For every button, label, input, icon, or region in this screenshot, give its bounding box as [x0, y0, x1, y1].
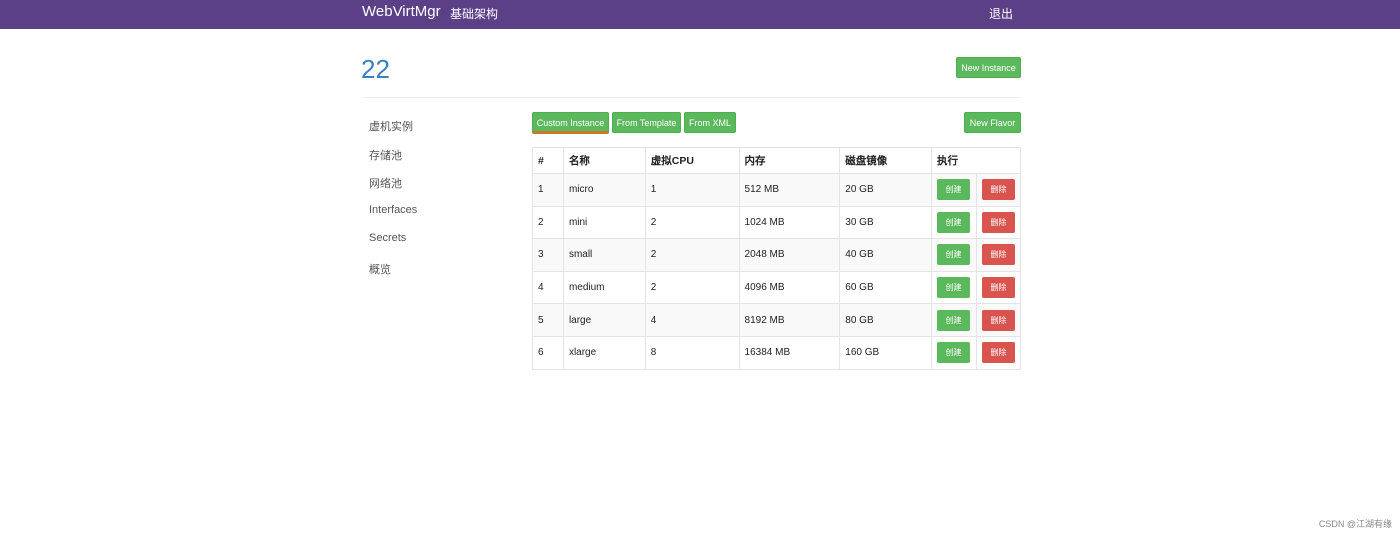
table-header-row: # 名称 虚拟CPU 内存 磁盘镜像 执行 — [532, 147, 1021, 174]
row-vcpu: 4 — [644, 303, 740, 337]
row-delete-cell: 删除 — [975, 303, 1022, 337]
row-create-cell: 创建 — [931, 303, 977, 337]
row-create-cell: 创建 — [931, 205, 977, 240]
row-id: 2 — [532, 205, 564, 240]
row-delete-cell: 删除 — [975, 270, 1022, 305]
row-delete-cell: 删除 — [975, 335, 1022, 370]
row-delete-cell: 删除 — [975, 205, 1022, 240]
header-index: # — [532, 147, 564, 174]
row-memory: 1024 MB — [738, 205, 841, 240]
row-memory: 4096 MB — [738, 270, 841, 305]
table-row: 1 micro 1 512 MB 20 GB 创建 删除 — [532, 173, 1022, 207]
row-create-cell: 创建 — [931, 270, 977, 305]
row-id: 1 — [532, 173, 564, 207]
table-row: 5 large 4 8192 MB 80 GB 创建 删除 — [532, 303, 1022, 337]
row-name: xlarge — [562, 335, 646, 370]
header-disk: 磁盘镜像 — [839, 147, 932, 174]
row-name: large — [562, 303, 646, 337]
header-name: 名称 — [562, 147, 646, 174]
row-delete-cell: 删除 — [975, 173, 1022, 207]
delete-button[interactable]: 删除 — [981, 211, 1015, 233]
sidebar-item-storage[interactable]: 存储池 — [369, 147, 402, 163]
row-id: 4 — [532, 270, 564, 305]
row-disk: 40 GB — [839, 238, 932, 272]
create-button[interactable]: 创建 — [937, 211, 970, 233]
flavors-table: # 名称 虚拟CPU 内存 磁盘镜像 执行 1 micro 1 512 MB 2… — [532, 147, 1022, 370]
delete-button[interactable]: 删除 — [981, 342, 1015, 364]
new-instance-button[interactable]: New Instance — [956, 57, 1021, 78]
table-row: 2 mini 2 1024 MB 30 GB 创建 删除 — [532, 205, 1022, 240]
row-id: 6 — [532, 335, 564, 370]
table-row: 4 medium 2 4096 MB 60 GB 创建 删除 — [532, 270, 1022, 305]
sidebar-item-instances[interactable]: 虚机实例 — [369, 118, 413, 134]
sidebar-item-interfaces[interactable]: Interfaces — [369, 204, 417, 216]
row-memory: 8192 MB — [738, 303, 841, 337]
delete-button[interactable]: 删除 — [981, 277, 1015, 299]
table-row: 6 xlarge 8 16384 MB 160 GB 创建 删除 — [532, 335, 1022, 370]
row-create-cell: 创建 — [931, 335, 977, 370]
page-title: 22 — [361, 54, 390, 84]
row-memory: 2048 MB — [738, 238, 841, 272]
divider — [362, 97, 1021, 98]
row-memory: 16384 MB — [738, 335, 841, 370]
row-name: medium — [562, 270, 646, 305]
create-button[interactable]: 创建 — [937, 277, 970, 299]
row-memory: 512 MB — [738, 173, 841, 207]
brand-logo[interactable]: WebVirtMgr — [362, 3, 441, 20]
row-name: micro — [562, 173, 646, 207]
sidebar-item-networks[interactable]: 网络池 — [369, 175, 402, 191]
new-flavor-button[interactable]: New Flavor — [964, 112, 1021, 133]
row-disk: 30 GB — [839, 205, 932, 240]
sidebar-item-secrets[interactable]: Secrets — [369, 232, 406, 244]
delete-button[interactable]: 删除 — [981, 309, 1015, 331]
from-xml-button[interactable]: From XML — [684, 112, 736, 133]
create-button[interactable]: 创建 — [937, 309, 970, 331]
row-name: mini — [562, 205, 646, 240]
create-button[interactable]: 创建 — [937, 342, 970, 364]
header-vcpu: 虚拟CPU — [644, 147, 740, 174]
row-create-cell: 创建 — [931, 238, 977, 272]
create-button[interactable]: 创建 — [937, 244, 970, 266]
row-id: 3 — [532, 238, 564, 272]
row-vcpu: 8 — [644, 335, 740, 370]
row-disk: 60 GB — [839, 270, 932, 305]
custom-instance-button[interactable]: Custom Instance — [532, 112, 609, 134]
row-vcpu: 2 — [644, 238, 740, 272]
row-vcpu: 2 — [644, 270, 740, 305]
row-name: small — [562, 238, 646, 272]
header-memory: 内存 — [738, 147, 841, 174]
create-button[interactable]: 创建 — [937, 179, 970, 201]
row-disk: 160 GB — [839, 335, 932, 370]
header-actions: 执行 — [931, 147, 1021, 174]
row-disk: 80 GB — [839, 303, 932, 337]
nav-logout[interactable]: 退出 — [989, 5, 1013, 22]
delete-button[interactable]: 删除 — [981, 179, 1015, 201]
row-vcpu: 2 — [644, 205, 740, 240]
nav-infrastructure[interactable]: 基础架构 — [450, 5, 498, 22]
sidebar-item-overview[interactable]: 概览 — [369, 261, 391, 277]
row-vcpu: 1 — [644, 173, 740, 207]
top-navbar: WebVirtMgr 基础架构 退出 — [0, 0, 1400, 29]
from-template-button[interactable]: From Template — [612, 112, 681, 133]
row-create-cell: 创建 — [931, 173, 977, 207]
row-disk: 20 GB — [839, 173, 932, 207]
delete-button[interactable]: 删除 — [981, 244, 1015, 266]
row-delete-cell: 删除 — [975, 238, 1022, 272]
watermark-text: CSDN @江湖有缘 — [1318, 519, 1392, 529]
row-id: 5 — [532, 303, 564, 337]
table-row: 3 small 2 2048 MB 40 GB 创建 删除 — [532, 238, 1022, 272]
